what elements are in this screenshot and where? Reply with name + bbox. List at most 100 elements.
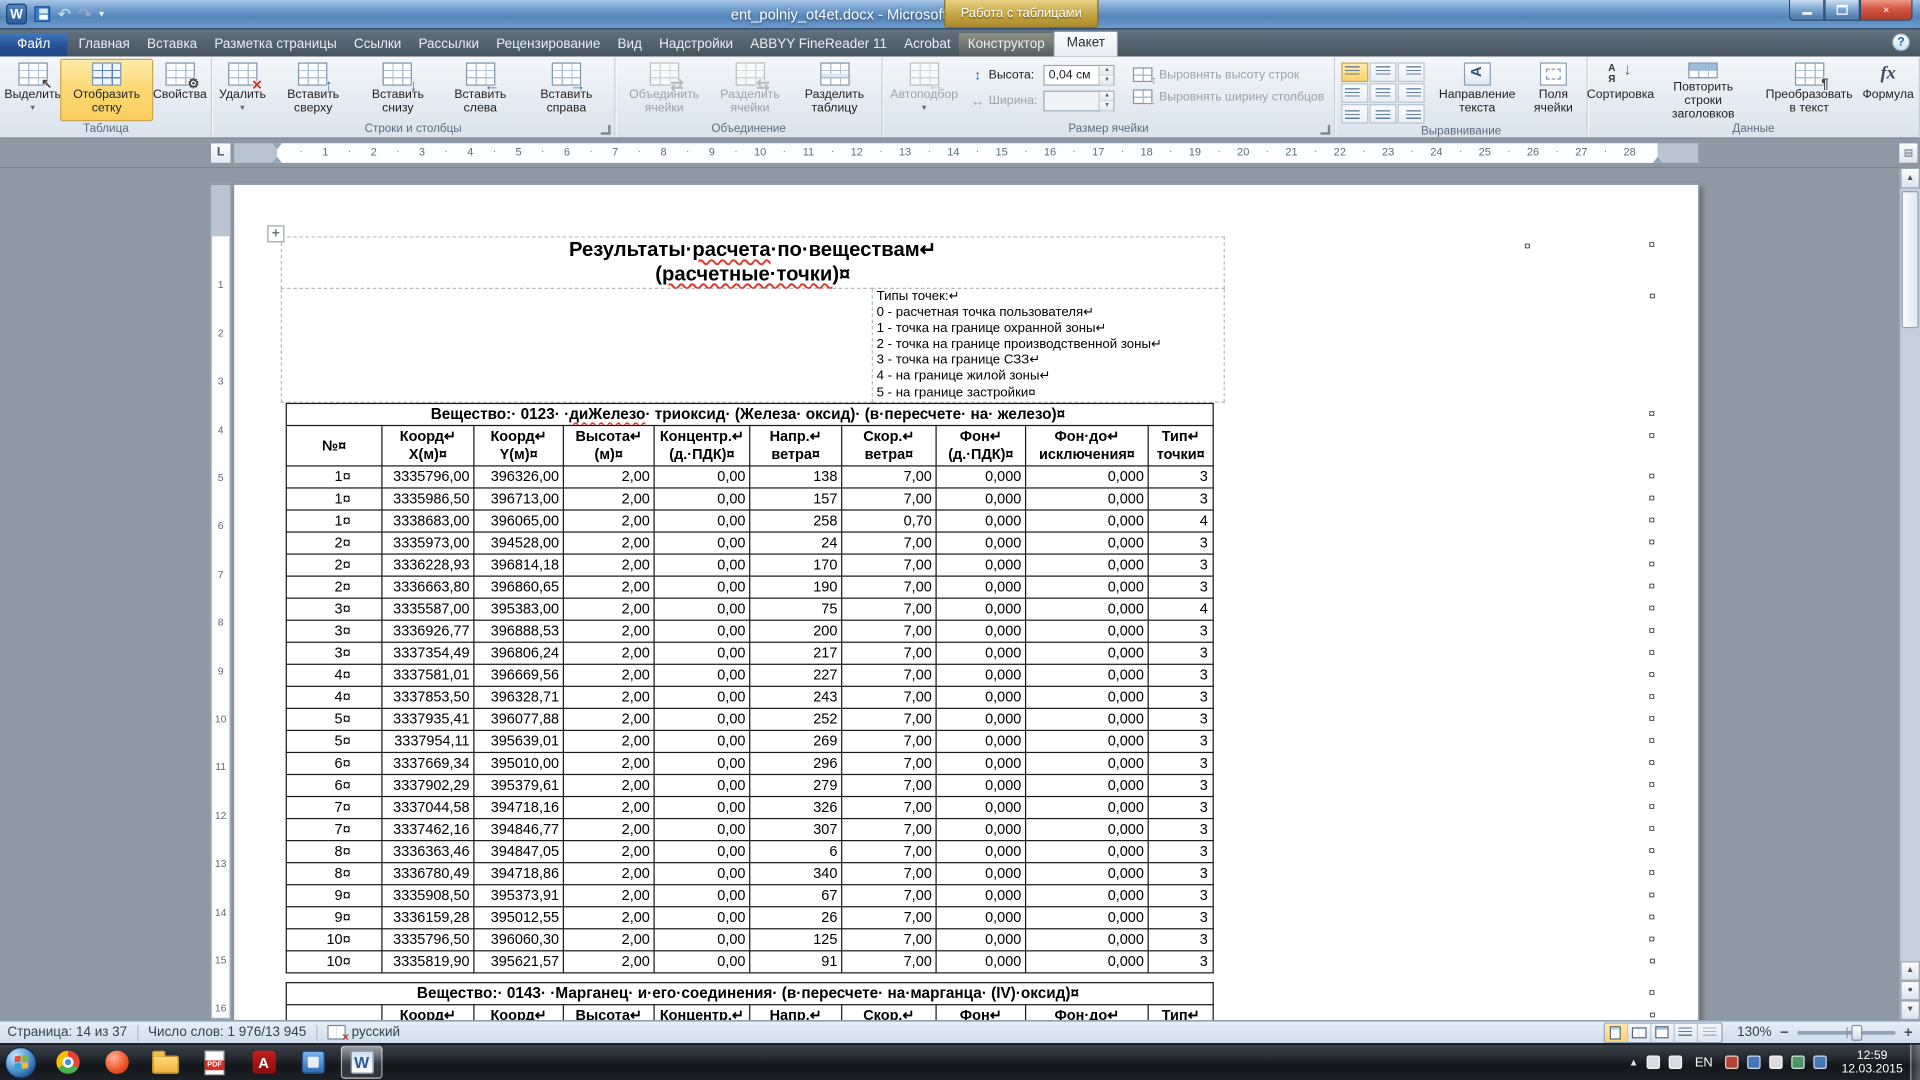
table-cell[interactable]: 2,00 (563, 840, 654, 862)
table-cell[interactable]: 0,00 (654, 796, 750, 818)
word-count[interactable]: Число слов: 1 976/13 945 (148, 1025, 306, 1040)
table-cell[interactable]: 0,000 (936, 928, 1026, 950)
table-cell[interactable]: 0,00 (654, 598, 750, 620)
column-header[interactable]: Коорд↵Х(м)¤ (382, 425, 474, 465)
table-cell[interactable]: 0,000 (1026, 928, 1149, 950)
vertical-ruler[interactable]: 12345678910111213141516 (210, 184, 232, 1020)
language-indicator[interactable]: русский (352, 1025, 400, 1040)
table-cell[interactable]: 7,00 (842, 928, 936, 950)
table-cell[interactable]: 0,000 (936, 884, 1026, 906)
column-header[interactable]: Концентр.↵(д.·ПДК)¤ (654, 425, 750, 465)
table-cell[interactable]: 0,000 (936, 950, 1026, 972)
page-indicator[interactable]: Страница: 14 из 37 (7, 1025, 127, 1040)
column-header[interactable]: Коорд↵Y(м)¤ (474, 425, 564, 465)
table-cell[interactable]: 394718,86 (474, 862, 564, 884)
table-cell[interactable]: 396860,65 (474, 576, 564, 598)
dialog-launcher-icon[interactable] (601, 125, 611, 135)
table-cell[interactable]: 3¤ (286, 598, 382, 620)
table-cell[interactable]: 396888,53 (474, 620, 564, 642)
column-header[interactable]: Коорд↵Х(м)¤ (382, 1004, 474, 1020)
table-cell[interactable]: 7,00 (842, 642, 936, 664)
table-cell[interactable]: 125 (750, 928, 842, 950)
spinner-arrows-icon[interactable]: ▲▼ (1099, 92, 1114, 110)
table-cell[interactable]: 0,000 (936, 465, 1026, 487)
table-cell[interactable]: 0,000 (1026, 796, 1149, 818)
table-cell[interactable]: 3337581,01 (382, 664, 474, 686)
show-hidden-icons-arrow[interactable]: ▲ (1629, 1057, 1639, 1068)
table-cell[interactable]: 2,00 (563, 554, 654, 576)
table-cell[interactable]: 3¤ (286, 642, 382, 664)
table-cell[interactable]: 0,000 (1026, 774, 1149, 796)
tab-stop-selector[interactable]: L (210, 142, 232, 164)
table-cell[interactable]: 3 (1148, 884, 1213, 906)
table-cell[interactable]: 0,000 (1026, 642, 1149, 664)
table-cell[interactable]: 307 (750, 818, 842, 840)
column-header[interactable]: Фон·до↵исключения¤ (1026, 1004, 1149, 1020)
zoom-slider[interactable] (1797, 1030, 1895, 1034)
table-cell[interactable]: 2,00 (563, 928, 654, 950)
table-cell[interactable]: 0,000 (936, 620, 1026, 642)
table-cell[interactable]: 0,000 (936, 510, 1026, 532)
table-cell[interactable]: 396328,71 (474, 686, 564, 708)
table-cell[interactable]: 396669,56 (474, 664, 564, 686)
table-cell[interactable]: 0,000 (1026, 752, 1149, 774)
table-cell[interactable]: 3337044,58 (382, 796, 474, 818)
table-cell[interactable]: 3 (1148, 708, 1213, 730)
table-cell[interactable]: 2,00 (563, 862, 654, 884)
table-cell[interactable]: 395383,00 (474, 598, 564, 620)
table-cell[interactable]: 3 (1148, 664, 1213, 686)
table-cell[interactable]: 394528,00 (474, 532, 564, 554)
column-header[interactable]: Тип↵точки¤ (1148, 1004, 1213, 1020)
taskbar-explorer-button[interactable] (145, 1046, 187, 1079)
table-cell[interactable]: 3 (1148, 774, 1213, 796)
zoom-in-icon[interactable]: + (1904, 1026, 1913, 1038)
spellcheck-status-icon[interactable] (327, 1025, 345, 1040)
table-cell[interactable]: 0,000 (936, 554, 1026, 576)
tray-app-6-icon[interactable] (1791, 1056, 1804, 1069)
tab-Файл[interactable]: Файл (0, 33, 67, 56)
table-cell[interactable]: 0,70 (842, 510, 936, 532)
table-cell[interactable]: 0,000 (1026, 554, 1149, 576)
height-input[interactable]: 0,04 см▲▼ (1044, 65, 1115, 86)
table-cell[interactable]: 3 (1148, 862, 1213, 884)
table-cell[interactable]: 2,00 (563, 598, 654, 620)
sort-button[interactable]: Сортировка (1592, 59, 1649, 121)
table-cell[interactable]: 396326,00 (474, 465, 564, 487)
zoom-slider-thumb[interactable] (1851, 1024, 1862, 1040)
table-cell[interactable]: 0,000 (936, 796, 1026, 818)
table-cell[interactable]: 8¤ (286, 862, 382, 884)
table-cell[interactable]: 24 (750, 532, 842, 554)
empty-cell[interactable] (281, 288, 872, 401)
table-cell[interactable]: 3336363,46 (382, 840, 474, 862)
vertical-scrollbar[interactable]: ▲ ▲ ● ▼ (1899, 168, 1920, 1020)
table-cell[interactable]: 0,00 (654, 730, 750, 752)
tray-app-7-icon[interactable] (1813, 1056, 1826, 1069)
table-cell[interactable]: 3 (1148, 532, 1213, 554)
table-cell[interactable]: 2,00 (563, 774, 654, 796)
table-cell[interactable]: 10¤ (286, 950, 382, 972)
table-cell[interactable]: 7,00 (842, 862, 936, 884)
table-cell[interactable]: 2,00 (563, 642, 654, 664)
taskbar-pdf-button[interactable] (194, 1046, 236, 1079)
table-cell[interactable]: 7,00 (842, 664, 936, 686)
tray-app-3-icon[interactable] (1725, 1056, 1738, 1069)
table-cell[interactable]: 67 (750, 884, 842, 906)
tab-Вставка[interactable]: Вставка (138, 33, 205, 56)
table-cell[interactable]: 0,00 (654, 752, 750, 774)
column-header[interactable]: Напр.↵ветра¤ (750, 1004, 842, 1020)
table-cell[interactable]: 0,000 (936, 774, 1026, 796)
table-cell[interactable]: 7,00 (842, 730, 936, 752)
table-cell[interactable]: 3335819,90 (382, 950, 474, 972)
table-cell[interactable]: 1¤ (286, 488, 382, 510)
align-top-right-button[interactable] (1398, 62, 1425, 82)
table-cell[interactable]: 0,00 (654, 928, 750, 950)
column-header[interactable]: Тип↵точки¤ (1148, 425, 1213, 465)
column-header[interactable]: Высота↵(м)¤ (563, 1004, 654, 1020)
spinner-arrows-icon[interactable]: ▲▼ (1099, 66, 1114, 84)
column-header[interactable]: Скор.↵ветра¤ (842, 1004, 936, 1020)
column-header[interactable]: Напр.↵ветра¤ (750, 425, 842, 465)
tab-Надстройки[interactable]: Надстройки (651, 33, 742, 56)
document-page[interactable]: + ¤ Результаты·расчета·по·веществам↵(рас… (233, 184, 1699, 1020)
column-header[interactable]: Скор.↵ветра¤ (842, 425, 936, 465)
table-cell[interactable]: 3337954,11 (382, 730, 474, 752)
